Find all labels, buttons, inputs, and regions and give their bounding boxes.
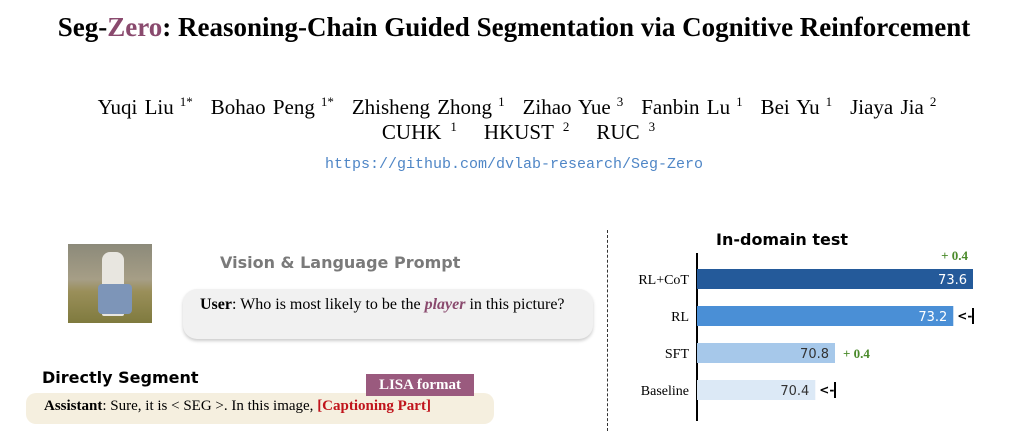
category-label: RL+CoT bbox=[638, 273, 689, 288]
author-sup: 1* bbox=[320, 94, 334, 109]
affiliation: HKUST 2 bbox=[475, 119, 570, 144]
affiliation: RUC 3 bbox=[587, 119, 656, 144]
user-message: User: Who is most likely to be the playe… bbox=[200, 294, 590, 315]
author: Fanbin Lu 1 bbox=[635, 94, 743, 119]
assistant-text: : Sure, it is < SEG >. In this image, bbox=[102, 398, 318, 414]
user-keyword: player bbox=[424, 296, 466, 313]
affiliation-name: HKUST bbox=[483, 120, 554, 144]
author: Yuqi Liu 1* bbox=[92, 94, 193, 119]
affiliation-sup: 1 bbox=[450, 119, 457, 134]
affiliation-sup: 2 bbox=[562, 119, 570, 134]
paper-title: Seg-Zero: Reasoning-Chain Guided Segment… bbox=[0, 12, 1028, 43]
arrow-icon: <- bbox=[819, 383, 834, 397]
bar bbox=[697, 306, 954, 326]
category-label: Baseline bbox=[641, 384, 689, 399]
author: Zhisheng Zhong 1 bbox=[346, 94, 505, 119]
affiliation: CUHK 1 bbox=[373, 119, 457, 144]
author-name: Bei Yu bbox=[760, 95, 820, 119]
category-label: SFT bbox=[665, 347, 690, 362]
repo-link[interactable]: https://github.com/dvlab-research/Seg-Ze… bbox=[0, 156, 1028, 173]
author-sup: 1 bbox=[736, 94, 743, 109]
title-rest: : Reasoning-Chain Guided Segmentation vi… bbox=[162, 12, 971, 42]
author-list: Yuqi Liu 1* Bohao Peng 1* Zhisheng Zhong 1 Zih… bbox=[0, 94, 1028, 120]
author-name: Zihao Yue bbox=[522, 95, 611, 119]
data-label: 70.4 bbox=[780, 384, 809, 399]
data-label: 70.8 bbox=[800, 347, 829, 362]
affiliation-name: RUC bbox=[596, 120, 640, 144]
direct-segment-heading: Directly Segment bbox=[42, 368, 199, 387]
author: Zihao Yue 3 bbox=[517, 94, 624, 119]
author: Jiaya Jia 2 bbox=[844, 94, 937, 119]
affiliation-name: CUHK bbox=[381, 120, 442, 144]
user-text-pre: : Who is most likely to be the bbox=[231, 296, 425, 313]
author: Bei Yu 1 bbox=[755, 94, 833, 119]
author-name: Zhisheng Zhong bbox=[351, 95, 493, 119]
author-name: Yuqi Liu bbox=[97, 95, 174, 119]
bar-chart: RL+CoT 73.6 RL 73.2 SFT 70.8 Baseline 70.4 <- <- +… bbox=[638, 248, 974, 421]
lisa-format-tag: LISA format bbox=[366, 374, 474, 396]
data-label: 73.6 bbox=[938, 273, 967, 288]
data-label: 73.2 bbox=[918, 310, 947, 325]
author-sup: 1 bbox=[498, 94, 505, 109]
title-prefix: Seg- bbox=[57, 12, 108, 42]
prompt-heading: Vision & Language Prompt bbox=[220, 253, 461, 272]
user-label: User bbox=[200, 296, 232, 313]
assistant-message: Assistant: Sure, it is < SEG >. In this … bbox=[44, 398, 431, 415]
title-highlight: Zero bbox=[107, 12, 163, 42]
affiliation-sup: 3 bbox=[648, 119, 656, 134]
baseball-photo bbox=[68, 244, 152, 323]
bar bbox=[697, 269, 973, 289]
arrow-icon: <- bbox=[957, 309, 972, 323]
author-sup: 1 bbox=[825, 94, 833, 109]
assistant-label: Assistant bbox=[44, 398, 103, 414]
author-sup: 3 bbox=[616, 94, 624, 109]
author-sup: 1* bbox=[179, 94, 193, 109]
category-label: RL bbox=[671, 310, 689, 325]
author-name: Fanbin Lu bbox=[641, 95, 731, 119]
gain-annotation: + 0.4 bbox=[843, 346, 870, 361]
author-sup: 2 bbox=[929, 94, 937, 109]
gain-annotation: + 0.4 bbox=[941, 248, 968, 263]
captioning-part: [Captioning Part] bbox=[317, 398, 431, 414]
affiliation-list: CUHK 1 HKUST 2 RUC 3 bbox=[0, 119, 1028, 145]
author: Bohao Peng 1* bbox=[205, 94, 334, 119]
user-text-post: in this picture? bbox=[465, 296, 565, 313]
author-name: Bohao Peng bbox=[210, 95, 315, 119]
author-name: Jiaya Jia bbox=[850, 95, 924, 119]
